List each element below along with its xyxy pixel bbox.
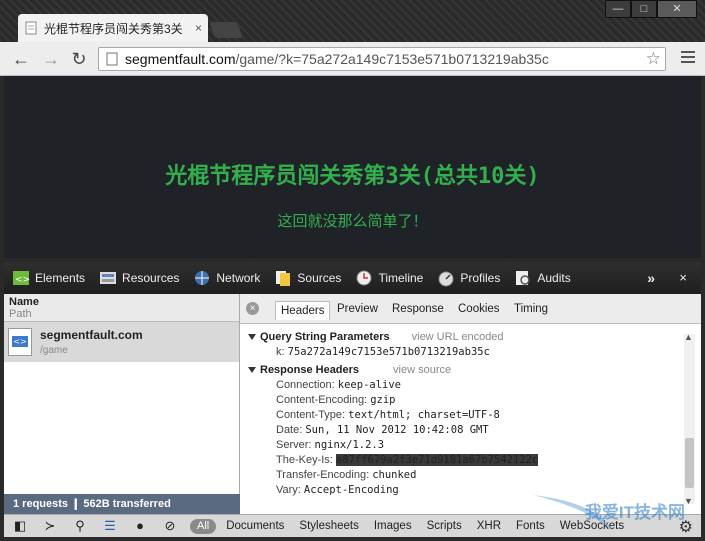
- scroll-up-icon[interactable]: ▲: [684, 332, 693, 342]
- request-list-header[interactable]: Name Path: [4, 294, 239, 322]
- tab-preview[interactable]: Preview: [337, 303, 378, 315]
- elements-panel-tab[interactable]: <> Elements: [12, 269, 85, 287]
- gear-icon[interactable]: ⚙: [679, 517, 693, 537]
- url-text[interactable]: segmentfault.com/game/?k=75a272a149c7153…: [125, 51, 549, 67]
- minimize-button[interactable]: —: [605, 0, 631, 18]
- header-row: Server: nginx/1.2.3: [276, 439, 385, 451]
- view-source-link[interactable]: view source: [393, 364, 451, 376]
- tab-cookies[interactable]: Cookies: [458, 303, 500, 315]
- forward-button[interactable]: →: [40, 49, 62, 69]
- query-param-row: k: 75a272a149c7153e571b0713219ab35c: [276, 346, 490, 358]
- timeline-panel-tab[interactable]: Timeline: [355, 269, 423, 287]
- devtools-close-icon[interactable]: ×: [679, 270, 687, 285]
- path-column-header: Path: [9, 308, 32, 320]
- maximize-button[interactable]: □: [631, 0, 657, 18]
- name-column-header[interactable]: Name: [9, 296, 234, 308]
- response-headers-section-header[interactable]: Response Headers view source: [248, 363, 701, 378]
- record-icon[interactable]: ●: [132, 518, 148, 534]
- highlighted-key-value[interactable]: a87ff679a2f3e71d9181a67b7542122c: [335, 454, 539, 466]
- resources-panel-tab[interactable]: Resources: [99, 269, 179, 287]
- document-icon: [8, 328, 32, 356]
- devtools-statusbar: ◧ ≻ ⚲ ☰ ● ⊘ All Documents Stylesheets Im…: [4, 514, 701, 537]
- header-row-the-key-is: The-Key-Is: a87ff679a2f3e71d9181a67b7542…: [276, 454, 539, 466]
- browser-tab[interactable]: 光棍节程序员闯关秀第3关 ×: [18, 14, 208, 42]
- window-controls: — □ ✕: [605, 0, 697, 18]
- menu-icon[interactable]: [681, 51, 695, 66]
- tab-headers[interactable]: Headers: [275, 301, 331, 320]
- dock-icon[interactable]: ◧: [12, 518, 28, 534]
- filter-fonts[interactable]: Fonts: [516, 520, 545, 532]
- detail-tabs: × Headers Preview Response Cookies Timin…: [240, 294, 701, 324]
- headers-content: Query String Parameters view URL encoded …: [240, 324, 701, 498]
- filter-xhr[interactable]: XHR: [477, 520, 501, 532]
- network-icon: [195, 271, 210, 285]
- view-url-encoded-link[interactable]: view URL encoded: [412, 331, 504, 343]
- network-panel-tab[interactable]: Network: [193, 269, 260, 287]
- tab-timing[interactable]: Timing: [514, 303, 548, 315]
- devtools-toolbar: <> Elements Resources Network Sources Ti…: [4, 262, 701, 294]
- filter-images[interactable]: Images: [374, 520, 412, 532]
- filter-stylesheets[interactable]: Stylesheets: [299, 520, 358, 532]
- header-row: Connection: keep-alive: [276, 379, 401, 391]
- profiles-panel-tab[interactable]: Profiles: [437, 269, 500, 287]
- page-subtitle: 这回就没那么简单了！: [277, 213, 428, 230]
- request-name: segmentfault.com: [40, 328, 143, 342]
- audits-icon: [516, 271, 531, 285]
- page-icon: [25, 21, 37, 35]
- page-title: 光棍节程序员闯关秀第3关(总共10关): [165, 164, 540, 189]
- request-row[interactable]: segmentfault.com /game: [4, 322, 239, 362]
- audits-panel-tab[interactable]: Audits: [514, 269, 571, 287]
- filter-websockets[interactable]: WebSockets: [560, 520, 624, 532]
- back-button[interactable]: ←: [10, 49, 32, 69]
- more-panels-icon[interactable]: »: [647, 270, 655, 286]
- reload-button[interactable]: ↻: [68, 49, 90, 69]
- detail-scrollbar[interactable]: ▲ ▼: [684, 332, 695, 506]
- network-summary: 1 requests ❙ 562B transferred: [4, 494, 240, 514]
- elements-icon: <>: [13, 271, 30, 285]
- browser-toolbar: ← → ↻ segmentfault.com/game/?k=75a272a14…: [0, 42, 705, 76]
- tab-title: 光棍节程序员闯关秀第3关: [44, 21, 183, 36]
- scroll-down-icon[interactable]: ▼: [684, 496, 693, 506]
- search-icon[interactable]: ⚲: [72, 518, 88, 534]
- header-row: Transfer-Encoding: chunked: [276, 469, 417, 481]
- query-string-section-header[interactable]: Query String Parameters view URL encoded: [248, 330, 701, 345]
- request-detail-pane: × Headers Preview Response Cookies Timin…: [240, 294, 701, 514]
- sources-icon: [276, 271, 291, 286]
- console-icon[interactable]: ≻: [42, 518, 58, 534]
- scroll-thumb[interactable]: [685, 438, 694, 488]
- filter-all[interactable]: All: [190, 518, 217, 534]
- list-view-icon[interactable]: ☰: [102, 518, 118, 534]
- page-icon: [106, 52, 118, 66]
- window-titlebar: 光棍节程序员闯关秀第3关 × — □ ✕: [0, 0, 705, 42]
- tab-response[interactable]: Response: [392, 303, 444, 315]
- header-row: Content-Type: text/html; charset=UTF-8: [276, 409, 500, 421]
- header-row: Date: Sun, 11 Nov 2012 10:42:08 GMT: [276, 424, 489, 436]
- profiles-icon: [438, 271, 454, 287]
- close-window-button[interactable]: ✕: [657, 0, 697, 18]
- bookmark-star-icon[interactable]: ☆: [646, 49, 661, 69]
- header-row: Vary: Accept-Encoding: [276, 484, 399, 496]
- tab-close-icon[interactable]: ×: [195, 21, 202, 35]
- clear-icon[interactable]: ⊘: [162, 518, 178, 534]
- resources-icon: [100, 272, 117, 284]
- request-path: /game: [40, 345, 68, 356]
- close-detail-icon[interactable]: ×: [246, 302, 259, 315]
- filter-scripts[interactable]: Scripts: [427, 520, 462, 532]
- network-request-list: Name Path segmentfault.com /game 1 reque…: [4, 294, 240, 514]
- svg-text:<>: <>: [15, 275, 30, 285]
- sources-panel-tab[interactable]: Sources: [274, 269, 341, 287]
- header-row: Content-Encoding: gzip: [276, 394, 396, 406]
- timeline-icon: [356, 270, 372, 286]
- address-bar[interactable]: segmentfault.com/game/?k=75a272a149c7153…: [98, 47, 666, 71]
- new-tab-button[interactable]: [209, 22, 243, 38]
- page-content: 光棍节程序员闯关秀第3关(总共10关) 这回就没那么简单了！: [4, 76, 701, 258]
- filter-documents[interactable]: Documents: [226, 520, 284, 532]
